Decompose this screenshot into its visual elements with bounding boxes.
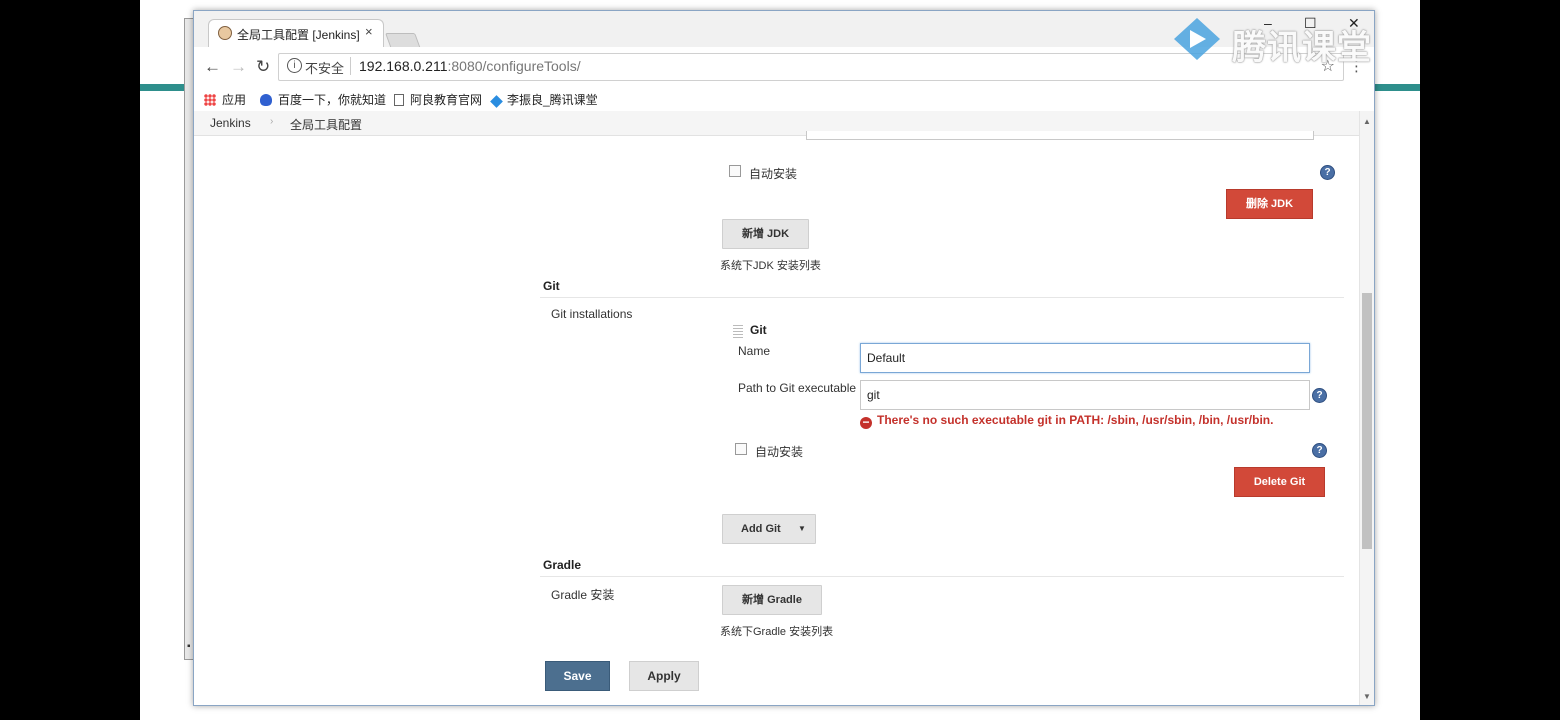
baidu-paw-icon [260, 94, 272, 106]
git-path-error: − There's no such executable git in PATH:… [860, 413, 1273, 429]
git-path-help-icon[interactable]: ? [1312, 388, 1327, 403]
add-jdk-button[interactable]: 新增 JDK [722, 219, 809, 249]
git-help-icon[interactable]: ? [1312, 443, 1327, 458]
git-installations-label: Git installations [551, 307, 633, 321]
jdk-auto-install-label: 自动安装 [749, 167, 798, 181]
info-icon[interactable]: i [287, 58, 302, 73]
bookmark-tencent-class[interactable]: 李振良_腾讯课堂 [490, 91, 598, 108]
git-path-label: Path to Git executable [738, 381, 857, 395]
scroll-up-icon[interactable]: ▲ [1363, 117, 1371, 126]
bookmark-label: 阿良教育官网 [410, 93, 483, 107]
git-auto-install-label: 自动安装 [755, 445, 804, 459]
scroll-down-icon[interactable]: ▼ [1363, 692, 1371, 701]
tab-title: 全局工具配置 [Jenkins] [237, 28, 360, 42]
save-button[interactable]: Save [545, 661, 610, 691]
add-git-label: Add Git [741, 523, 781, 535]
gradle-section-divider [540, 576, 1344, 577]
gradle-section-title: Gradle [543, 558, 582, 572]
bookmark-label: 李振良_腾讯课堂 [507, 93, 598, 107]
security-label: 不安全 [305, 61, 345, 76]
delete-jdk-button[interactable]: 删除 JDK [1226, 189, 1313, 219]
git-section-title: Git [543, 279, 560, 293]
forward-arrow-icon[interactable]: → [230, 58, 247, 75]
jdk-list-caption: 系统下JDK 安装列表 [720, 260, 821, 272]
bookmark-label: 应用 [222, 93, 247, 107]
tencent-class-icon [490, 95, 503, 108]
scrollbar-thumb[interactable] [1362, 293, 1372, 549]
add-git-button[interactable]: Add Git ▼ [722, 514, 816, 544]
git-path-error-text: There's no such executable git in PATH: … [877, 413, 1274, 427]
breadcrumb-current-link[interactable]: 全局工具配置 [290, 116, 362, 133]
tencent-classroom-watermark: 腾讯课堂 [1170, 14, 1390, 67]
git-name-input[interactable]: Default [860, 343, 1310, 373]
git-auto-install-checkbox[interactable] [735, 443, 747, 455]
jdk-auto-install-checkbox[interactable] [729, 165, 741, 177]
git-name-label: Name [738, 344, 771, 358]
desktop-accent-line [1372, 84, 1420, 91]
jdk-help-icon[interactable]: ? [1320, 165, 1335, 180]
add-gradle-button[interactable]: 新增 Gradle [722, 585, 822, 615]
address-separator [350, 57, 351, 75]
git-entry-title: Git [750, 323, 767, 337]
apps-grid-icon [204, 94, 216, 106]
back-arrow-icon[interactable]: ← [204, 58, 221, 75]
jdk-input-field-partial[interactable] [806, 131, 1314, 140]
git-path-input[interactable]: git [860, 380, 1310, 410]
page-scrollbar[interactable]: ▲ ▼ [1359, 111, 1374, 705]
git-name-value: Default [867, 351, 906, 365]
tab-jenkins-config[interactable]: 全局工具配置 [Jenkins] × [208, 19, 384, 48]
breadcrumb-jenkins-link[interactable]: Jenkins [210, 116, 251, 130]
bookmark-aliang[interactable]: 阿良教育官网 [394, 91, 482, 108]
tencent-classroom-logo-icon [1174, 18, 1220, 60]
delete-git-button[interactable]: Delete Git [1234, 467, 1325, 497]
bookmarks-bar: 应用 百度一下，你就知道 阿良教育官网 李振良_腾讯课堂 [194, 87, 1374, 112]
tab-close-icon[interactable]: × [365, 24, 373, 39]
bookmark-apps[interactable]: 应用 [204, 91, 246, 108]
jenkins-favicon-icon [218, 26, 232, 40]
page-icon [394, 94, 404, 106]
url-path: :8080/configureTools/ [447, 58, 581, 74]
gradle-list-caption: 系统下Gradle 安装列表 [720, 626, 834, 638]
error-icon: − [860, 416, 872, 429]
git-section-divider [540, 297, 1344, 298]
url-host: 192.168.0.211 [359, 58, 448, 74]
video-frame: ▪ 全局工具配置 [Jenkins] × – ☐ ✕ ← → ↻ i 不安全 1… [140, 0, 1420, 720]
bookmark-baidu[interactable]: 百度一下，你就知道 [260, 91, 386, 108]
apply-button[interactable]: Apply [629, 661, 699, 691]
reload-icon[interactable]: ↻ [256, 58, 270, 75]
page-content: Jenkins › 全局工具配置 自动安装 ? 删除 JDK 新增 JDK 系统… [194, 111, 1360, 705]
url-text: 192.168.0.211:8080/configureTools/ [359, 58, 581, 74]
git-path-value: git [867, 388, 880, 402]
breadcrumb-separator-icon: › [270, 116, 274, 127]
browser-window: 全局工具配置 [Jenkins] × – ☐ ✕ ← → ↻ i 不安全 192… [193, 10, 1375, 706]
gradle-install-label: Gradle 安装 [551, 588, 615, 602]
watermark-text: 腾讯课堂 [1232, 29, 1372, 67]
bookmark-label: 百度一下，你就知道 [278, 93, 387, 107]
drag-handle-icon[interactable] [733, 324, 743, 338]
chevron-down-icon: ▼ [798, 524, 806, 533]
